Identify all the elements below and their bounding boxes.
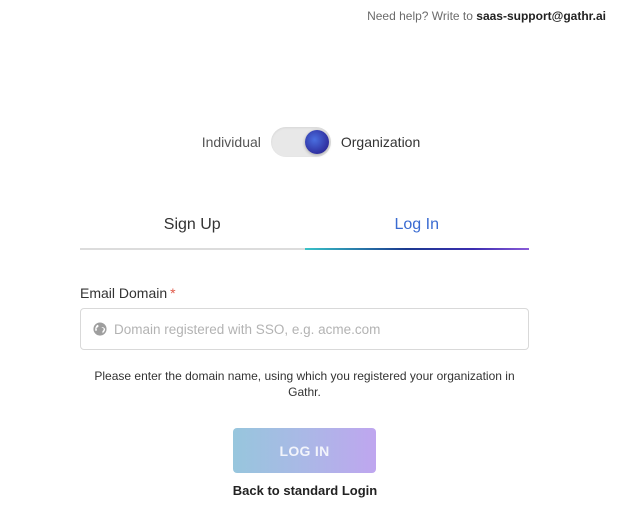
domain-hint-text: Please enter the domain name, using whic…: [94, 369, 515, 399]
email-domain-label: Email Domain *: [80, 285, 176, 301]
email-domain-label-text: Email Domain: [80, 285, 168, 301]
tab-sign-up-label: Sign Up: [163, 216, 221, 233]
organization-label[interactable]: Organization: [341, 134, 420, 150]
login-page: Need help? Write to saas-support@gathr.a…: [0, 0, 622, 515]
back-to-standard-login-link[interactable]: Back to standard Login: [0, 483, 610, 498]
tab-sign-up[interactable]: Sign Up: [80, 208, 305, 250]
support-email-link[interactable]: saas-support@gathr.ai: [476, 9, 606, 23]
help-text: Need help? Write to saas-support@gathr.a…: [367, 9, 606, 23]
auth-tabs: Sign Up Log In: [80, 208, 529, 250]
tab-log-in-label: Log In: [394, 216, 439, 233]
help-prefix: Need help? Write to: [367, 9, 477, 23]
active-tab-indicator: [304, 248, 529, 250]
required-marker: *: [170, 285, 176, 301]
log-in-button[interactable]: LOG IN: [233, 428, 376, 473]
account-type-switch-row: Individual Organization: [0, 127, 622, 157]
email-domain-field[interactable]: [80, 308, 529, 350]
email-domain-input[interactable]: [114, 309, 528, 349]
individual-label[interactable]: Individual: [202, 134, 261, 150]
globe-icon: [93, 322, 107, 336]
toggle-knob: [304, 130, 329, 154]
tab-log-in[interactable]: Log In: [304, 208, 529, 250]
account-type-toggle[interactable]: [270, 127, 331, 157]
